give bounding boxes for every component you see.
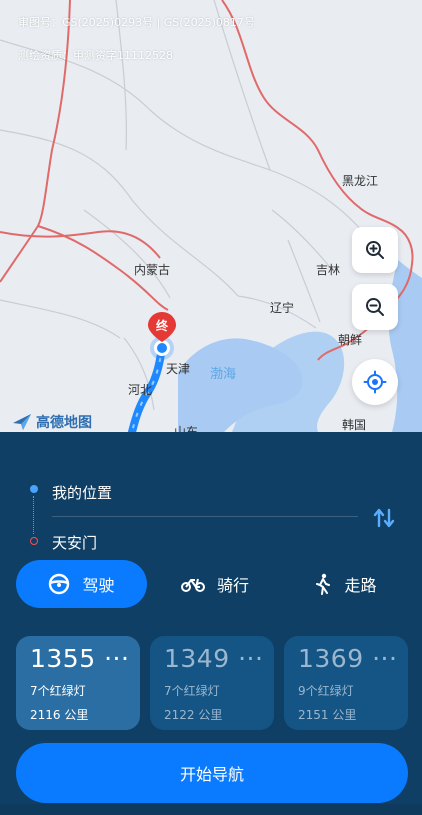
tab-cycling-label: 骑行	[216, 576, 249, 595]
map-label-heilongjiang: 黑龙江	[342, 174, 379, 188]
bottom-gesture-area	[0, 804, 422, 815]
map-label-hanguo: 韩国	[342, 418, 367, 432]
tab-walking[interactable]: 走路	[283, 560, 408, 608]
route-option-1[interactable]: 1355 ··· 7个红绿灯 2116 公里	[16, 636, 140, 730]
map-label-bohai: 渤海	[210, 367, 237, 382]
map-label-liaoning: 辽宁	[270, 301, 295, 315]
origin-field[interactable]: 我的位置	[52, 482, 112, 503]
start-navigation-button[interactable]: 开始导航	[16, 743, 408, 803]
map-label-tianjin: 天津	[166, 362, 191, 376]
zoom-in-icon	[366, 241, 384, 259]
destination-dot-icon	[30, 537, 38, 545]
map-view[interactable]: 审图号：GS(2025)0293号 | GS(2025)0817号 测绘资质：甲…	[0, 0, 422, 432]
route-option-distance: 2151 公里	[298, 708, 357, 722]
tab-driving-label: 驾驶	[82, 576, 115, 595]
map-label-hebei: 河北	[128, 383, 153, 397]
steering-wheel-icon	[49, 573, 70, 595]
route-option-time: 1369 ···	[298, 644, 398, 673]
locate-icon	[363, 370, 387, 394]
route-connector	[33, 496, 34, 534]
tab-walking-label: 走路	[344, 576, 377, 595]
route-option-time: 1355 ···	[30, 644, 130, 673]
map-label-chaoxian: 朝鲜	[338, 333, 363, 347]
walking-icon	[316, 573, 331, 595]
map-logo-text: 高德地图	[36, 415, 92, 431]
route-options: 1355 ··· 7个红绿灯 2116 公里 1349 ··· 7个红绿灯 21…	[16, 636, 408, 730]
tab-driving[interactable]: 驾驶	[16, 560, 147, 608]
map-label-jilin: 吉林	[316, 263, 341, 277]
route-option-time: 1349 ···	[164, 644, 264, 673]
map-logo: 高德地图	[12, 412, 92, 432]
route-option-3[interactable]: 1369 ··· 9个红绿灯 2151 公里	[284, 636, 408, 730]
origin-dot-icon	[30, 485, 38, 493]
map-approval-number: 审图号：GS(2025)0293号 | GS(2025)0817号	[18, 16, 255, 29]
bicycle-icon	[180, 578, 205, 592]
route-option-2[interactable]: 1349 ··· 7个红绿灯 2122 公里	[150, 636, 274, 730]
swap-route-button[interactable]	[370, 504, 398, 532]
end-marker-label: 终	[155, 319, 168, 333]
locate-button[interactable]	[352, 359, 398, 405]
zoom-in-button[interactable]	[352, 227, 398, 273]
route-panel: 我的位置 天安门 驾驶 骑行 走路 1355 ··· 7个红绿灯 2116 公里…	[0, 432, 422, 815]
route-option-distance: 2122 公里	[164, 708, 223, 722]
travel-mode-tabs: 驾驶 骑行 走路	[16, 560, 408, 608]
zoom-out-icon	[366, 298, 384, 316]
route-divider	[52, 516, 358, 517]
swap-icon	[373, 508, 395, 528]
route-end-marker: 终	[148, 312, 176, 342]
map-label-shandong: 山东	[174, 425, 199, 432]
map-survey-qualification: 测绘资质：甲测资字11112528	[18, 49, 173, 62]
route-option-lights: 7个红绿灯	[30, 684, 86, 698]
route-option-lights: 9个红绿灯	[298, 684, 354, 698]
route-inputs: 我的位置 天安门	[20, 452, 400, 562]
destination-field[interactable]: 天安门	[52, 532, 97, 553]
tab-cycling[interactable]: 骑行	[153, 560, 277, 608]
route-option-distance: 2116 公里	[30, 708, 89, 722]
zoom-out-button[interactable]	[352, 284, 398, 330]
map-label-neimenggu: 内蒙古	[134, 263, 171, 277]
amap-logo-icon	[13, 414, 31, 430]
route-option-lights: 7个红绿灯	[164, 684, 220, 698]
